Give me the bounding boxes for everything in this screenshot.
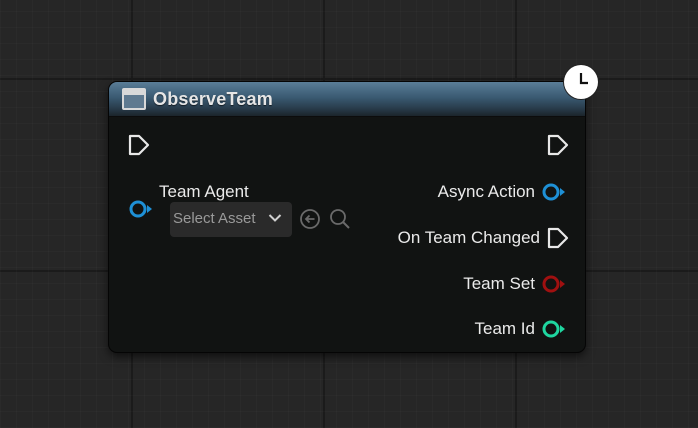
function-node-icon — [122, 88, 146, 110]
use-selected-asset-icon[interactable] — [299, 208, 321, 230]
search-icon[interactable] — [328, 207, 352, 231]
observe-team-node[interactable]: ObserveTeam Team Agent Select Asset Asyn… — [109, 82, 585, 352]
select-asset-dropdown[interactable]: Select Asset — [170, 202, 292, 237]
async-action-label: Async Action — [437, 182, 535, 201]
exec-input-pin[interactable] — [128, 134, 150, 156]
team-agent-label: Team Agent — [159, 182, 249, 201]
team-id-pin[interactable] — [541, 319, 567, 339]
team-set-pin[interactable] — [541, 274, 567, 294]
exec-output-pin[interactable] — [547, 134, 569, 156]
on-team-changed-pin[interactable] — [547, 227, 569, 249]
node-header[interactable]: ObserveTeam — [109, 82, 585, 117]
async-action-pin[interactable] — [541, 182, 567, 202]
team-id-label: Team Id — [474, 319, 535, 338]
team-set-label: Team Set — [463, 274, 535, 293]
on-team-changed-label: On Team Changed — [397, 228, 540, 247]
node-title: ObserveTeam — [153, 89, 273, 109]
chevron-down-icon — [268, 214, 282, 222]
clock-icon — [564, 65, 598, 99]
select-asset-text: Select Asset — [173, 210, 256, 227]
clock-hands — [579, 73, 588, 85]
team-agent-pin[interactable] — [128, 199, 154, 219]
